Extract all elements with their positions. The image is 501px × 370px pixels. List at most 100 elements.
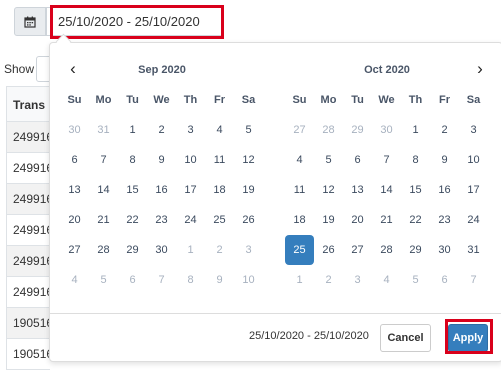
day-cell[interactable]: 5 xyxy=(401,265,430,295)
day-cell[interactable]: 14 xyxy=(372,175,401,205)
table-row: 249916 xyxy=(6,215,50,246)
day-cell[interactable]: 24 xyxy=(459,205,488,235)
day-cell[interactable]: 30 xyxy=(60,115,89,145)
day-cell[interactable]: 22 xyxy=(118,205,147,235)
day-cell[interactable]: 30 xyxy=(430,235,459,265)
day-cell[interactable]: 12 xyxy=(314,175,343,205)
entries-select[interactable] xyxy=(36,56,50,82)
day-cell[interactable]: 27 xyxy=(285,115,314,145)
day-cell[interactable]: 25 xyxy=(205,205,234,235)
day-cell[interactable]: 5 xyxy=(314,145,343,175)
day-cell[interactable]: 5 xyxy=(89,265,118,295)
day-cell[interactable]: 21 xyxy=(89,205,118,235)
calendar-button[interactable] xyxy=(14,7,46,36)
day-cell[interactable]: 4 xyxy=(372,265,401,295)
day-cell[interactable]: 2 xyxy=(430,115,459,145)
day-cell[interactable]: 20 xyxy=(60,205,89,235)
day-cell[interactable]: 1 xyxy=(118,115,147,145)
day-cell[interactable]: 10 xyxy=(176,145,205,175)
day-cell[interactable]: 24 xyxy=(176,205,205,235)
day-cell[interactable]: 20 xyxy=(343,205,372,235)
day-cell[interactable]: 27 xyxy=(343,235,372,265)
day-cell[interactable]: 2 xyxy=(205,235,234,265)
day-cell[interactable]: 16 xyxy=(147,175,176,205)
day-cell-selected[interactable]: 25 xyxy=(285,235,314,265)
day-cell[interactable]: 9 xyxy=(205,265,234,295)
day-cell[interactable]: 14 xyxy=(89,175,118,205)
day-cell[interactable]: 30 xyxy=(147,235,176,265)
day-cell[interactable]: 22 xyxy=(401,205,430,235)
day-cell[interactable]: 31 xyxy=(89,115,118,145)
day-cell[interactable]: 19 xyxy=(314,205,343,235)
weekday-header: We xyxy=(378,94,395,106)
day-cell[interactable]: 15 xyxy=(401,175,430,205)
day-cell[interactable]: 4 xyxy=(285,145,314,175)
day-cell[interactable]: 13 xyxy=(60,175,89,205)
day-cell[interactable]: 17 xyxy=(176,175,205,205)
day-cell[interactable]: 3 xyxy=(343,265,372,295)
cancel-button[interactable]: Cancel xyxy=(380,324,431,352)
weekday-header: Mo xyxy=(95,94,112,106)
day-cell[interactable]: 8 xyxy=(176,265,205,295)
day-cell[interactable]: 6 xyxy=(430,265,459,295)
day-cell[interactable]: 7 xyxy=(372,145,401,175)
day-cell[interactable]: 15 xyxy=(118,175,147,205)
day-cell[interactable]: 27 xyxy=(60,235,89,265)
day-cell[interactable]: 28 xyxy=(89,235,118,265)
day-cell[interactable]: 11 xyxy=(285,175,314,205)
day-cell[interactable]: 29 xyxy=(343,115,372,145)
day-cell[interactable]: 7 xyxy=(147,265,176,295)
day-cell[interactable]: 3 xyxy=(234,235,263,265)
day-cell[interactable]: 7 xyxy=(459,265,488,295)
day-cell[interactable]: 13 xyxy=(343,175,372,205)
day-cell[interactable]: 8 xyxy=(401,145,430,175)
day-cell[interactable]: 26 xyxy=(314,235,343,265)
next-month-button[interactable]: › xyxy=(467,55,493,85)
picker-footer: 25/10/2020 - 25/10/2020 Cancel Apply xyxy=(50,313,501,361)
day-cell[interactable]: 30 xyxy=(372,115,401,145)
day-cell[interactable]: 2 xyxy=(147,115,176,145)
day-cell[interactable]: 9 xyxy=(147,145,176,175)
day-cell[interactable]: 7 xyxy=(89,145,118,175)
day-cell[interactable]: 26 xyxy=(234,205,263,235)
day-cell[interactable]: 1 xyxy=(176,235,205,265)
day-cell[interactable]: 6 xyxy=(60,145,89,175)
day-cell[interactable]: 10 xyxy=(459,145,488,175)
apply-button[interactable]: Apply xyxy=(448,324,488,352)
day-cell[interactable]: 10 xyxy=(234,265,263,295)
day-cell[interactable]: 6 xyxy=(343,145,372,175)
day-cell[interactable]: 1 xyxy=(401,115,430,145)
day-cell[interactable]: 4 xyxy=(205,115,234,145)
weekday-header: Mo xyxy=(320,94,337,106)
day-cell[interactable]: 23 xyxy=(430,205,459,235)
day-cell[interactable]: 1 xyxy=(285,265,314,295)
day-cell[interactable]: 16 xyxy=(430,175,459,205)
day-cell[interactable]: 11 xyxy=(205,145,234,175)
day-cell[interactable]: 5 xyxy=(234,115,263,145)
day-cell[interactable]: 12 xyxy=(234,145,263,175)
day-cell[interactable]: 21 xyxy=(372,205,401,235)
weekday-header: Tu xyxy=(126,94,139,106)
day-cell[interactable]: 4 xyxy=(60,265,89,295)
day-cell[interactable]: 31 xyxy=(459,235,488,265)
day-cell[interactable]: 28 xyxy=(372,235,401,265)
day-cell[interactable]: 2 xyxy=(314,265,343,295)
table-row: 249916 xyxy=(6,153,50,184)
day-cell[interactable]: 17 xyxy=(459,175,488,205)
calendar-right: Oct 2020 › Su Mo Tu We Th Fr Sa 27 28 29 30 1 2 3 4 5 6 7… xyxy=(285,55,489,295)
day-cell[interactable]: 28 xyxy=(314,115,343,145)
day-cell[interactable]: 8 xyxy=(118,145,147,175)
day-cell[interactable]: 29 xyxy=(118,235,147,265)
day-cell[interactable]: 9 xyxy=(430,145,459,175)
calendar-icon xyxy=(24,16,36,28)
day-cell[interactable]: 23 xyxy=(147,205,176,235)
day-cell[interactable]: 18 xyxy=(205,175,234,205)
day-cell[interactable]: 18 xyxy=(285,205,314,235)
day-cell[interactable]: 3 xyxy=(459,115,488,145)
day-cell[interactable]: 3 xyxy=(176,115,205,145)
weekday-header: Tu xyxy=(351,94,364,106)
day-cell[interactable]: 6 xyxy=(118,265,147,295)
date-range-input[interactable]: 25/10/2020 - 25/10/2020 xyxy=(46,7,224,36)
day-cell[interactable]: 29 xyxy=(401,235,430,265)
day-cell[interactable]: 19 xyxy=(234,175,263,205)
